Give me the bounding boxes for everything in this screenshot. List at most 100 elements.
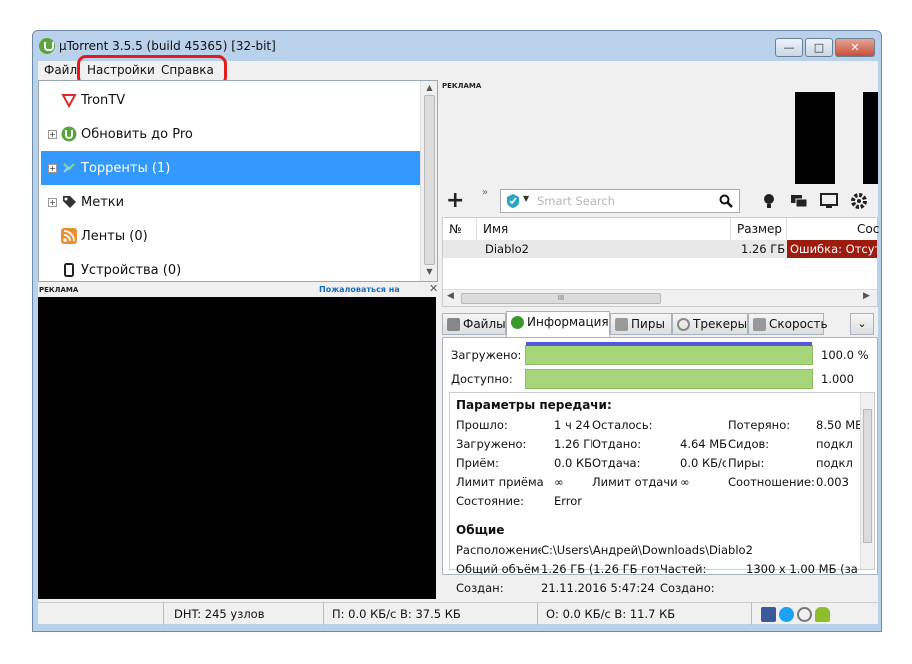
globe-icon[interactable] (797, 607, 812, 622)
app-window: µTorrent 3.5.5 (build 45365) [32-bit] — … (32, 30, 882, 632)
column-number[interactable]: № (443, 218, 477, 240)
provider-dropdown-icon[interactable]: ▼ (523, 194, 529, 203)
column-size[interactable]: Размер (731, 218, 787, 240)
category-sidebar: TronTV + Обновить до Pro + Торренты (1) … (38, 80, 438, 282)
ad-label: РЕКЛАМА (39, 286, 79, 294)
tab-speed[interactable]: Скорость (748, 313, 828, 335)
ad-banner-right-1[interactable] (795, 92, 835, 184)
sidebar-item-labels[interactable]: + Метки (41, 185, 421, 219)
param-value: 0.003 (816, 475, 849, 489)
settings-gear-icon[interactable] (850, 192, 868, 210)
downloaded-label: Загружено: (451, 348, 522, 362)
smart-search-box[interactable]: ▼ Smart Search (500, 189, 740, 213)
param-label: Лимит отдачи (592, 475, 678, 489)
downloaded-bar (525, 342, 813, 365)
available-bar (525, 369, 813, 389)
main-toolbar: + » ▼ Smart Search (442, 184, 878, 218)
available-value: 1.000 (821, 372, 854, 386)
param-label: Отдано: (592, 437, 642, 451)
sidebar-item-feeds[interactable]: Ленты (0) (41, 219, 421, 253)
sidebar-item-upgrade-pro[interactable]: + Обновить до Pro (41, 117, 421, 151)
search-provider-icon[interactable] (505, 193, 521, 209)
column-name[interactable]: Имя (477, 218, 731, 240)
param-label: Состояние: (456, 494, 524, 508)
param-label: Приём: (456, 456, 500, 470)
expand-icon[interactable]: + (48, 130, 57, 139)
available-label: Доступно: (451, 372, 513, 386)
sidebar-item-label: Устройства (0) (81, 263, 182, 278)
transfer-params: Параметры передачи: Прошло: 1 ч 24 Осталос… (449, 392, 875, 595)
window-title: µTorrent 3.5.5 (build 45365) [32-bit] (59, 39, 276, 53)
close-button[interactable]: ✕ (835, 38, 875, 57)
torrent-size: 1.26 ГБ (741, 242, 786, 256)
facebook-icon[interactable] (761, 607, 776, 622)
maximize-button[interactable]: □ (805, 38, 833, 57)
param-label: Загружено: (456, 437, 527, 451)
scroll-thumb[interactable]: III (461, 293, 661, 304)
tab-info[interactable]: Информация (506, 311, 610, 337)
list-hscrollbar[interactable]: ◀ III ▶ (443, 289, 877, 306)
info-panel: Загружено: 100.0 % Доступно: 1.000 Парам… (442, 337, 878, 595)
scroll-thumb[interactable] (424, 95, 435, 265)
general-title: Общие (456, 523, 505, 537)
dht-status: DHT: 245 узлов (164, 603, 324, 625)
minimize-button[interactable]: — (775, 38, 803, 57)
collapse-tabs-button[interactable]: ⌄ (850, 313, 874, 335)
ad-banner-left[interactable] (38, 297, 436, 599)
expand-icon[interactable]: + (48, 198, 57, 207)
param-value: ∞ (554, 475, 564, 489)
utorrent-pro-icon (61, 126, 77, 142)
general-value: 1.26 ГБ (1.26 ГБ готово (541, 562, 659, 576)
speed-icon (753, 318, 766, 331)
scroll-up-icon[interactable]: ▲ (421, 83, 438, 92)
param-value: 1.26 ГБ (554, 437, 592, 451)
params-scrollbar[interactable] (860, 393, 874, 569)
scroll-left-icon[interactable]: ◀ (447, 291, 454, 301)
expand-icon[interactable]: + (48, 164, 57, 173)
complain-link[interactable]: Пожаловаться на (319, 285, 400, 294)
param-value: 0.0 КБ/с (680, 456, 726, 470)
general-label: Создан: (456, 581, 504, 595)
scroll-thumb[interactable] (863, 409, 872, 543)
close-ad-icon[interactable]: ✕ (429, 282, 438, 295)
scroll-right-icon[interactable]: ▶ (863, 291, 870, 301)
rss-icon (61, 228, 77, 244)
downloaded-value: 100.0 % (821, 348, 869, 362)
param-value: подкл (816, 456, 853, 470)
transfer-title: Параметры передачи: (456, 398, 612, 412)
search-placeholder: Smart Search (537, 194, 615, 208)
bulb-icon[interactable] (760, 192, 778, 210)
param-label: Прошло: (456, 418, 508, 432)
twitter-icon[interactable] (779, 607, 794, 622)
add-torrent-icon[interactable]: + (446, 190, 464, 212)
column-status[interactable]: Сос (787, 218, 879, 240)
general-label: Частей: (660, 562, 707, 576)
sidebar-item-trontv[interactable]: TronTV (41, 83, 421, 117)
table-row[interactable]: Diablo2 1.26 ГБ Ошибка: Отсутс (443, 240, 877, 258)
sidebar-scrollbar[interactable]: ▲ ▼ (420, 81, 437, 281)
param-value: подкл (816, 437, 853, 451)
android-icon[interactable] (815, 607, 830, 622)
tab-trackers[interactable]: Трекеры (672, 313, 748, 335)
upload-status: О: 0.0 КБ/с В: 11.7 КБ (538, 603, 752, 625)
general-value: C:\Users\Андрей\Downloads\Diablo2 (541, 543, 753, 557)
menu-file[interactable]: Файл (44, 63, 77, 77)
torrents-icon (63, 163, 75, 173)
scroll-down-icon[interactable]: ▼ (421, 267, 438, 276)
tab-peers[interactable]: Пиры (610, 313, 672, 335)
param-value: 4.64 МБ (680, 437, 726, 451)
more-chevron-icon[interactable]: » (476, 184, 494, 202)
ad-label-right: РЕКЛАМА (442, 82, 482, 90)
search-icon[interactable] (719, 194, 733, 208)
param-label: Осталось: (592, 418, 653, 432)
tab-files[interactable]: Файлы (442, 313, 506, 335)
param-label: Пиры: (728, 456, 765, 470)
ad-banner-right-2[interactable] (863, 92, 878, 184)
sidebar-item-label: Обновить до Pro (81, 127, 193, 142)
remote-monitor-icon[interactable] (820, 192, 838, 210)
general-label: Расположение: (456, 543, 541, 557)
chat-icon[interactable] (790, 192, 808, 210)
sidebar-item-torrents[interactable]: + Торренты (1) (41, 151, 421, 185)
device-icon (64, 263, 74, 277)
sidebar-item-devices[interactable]: Устройства (0) (41, 253, 421, 287)
